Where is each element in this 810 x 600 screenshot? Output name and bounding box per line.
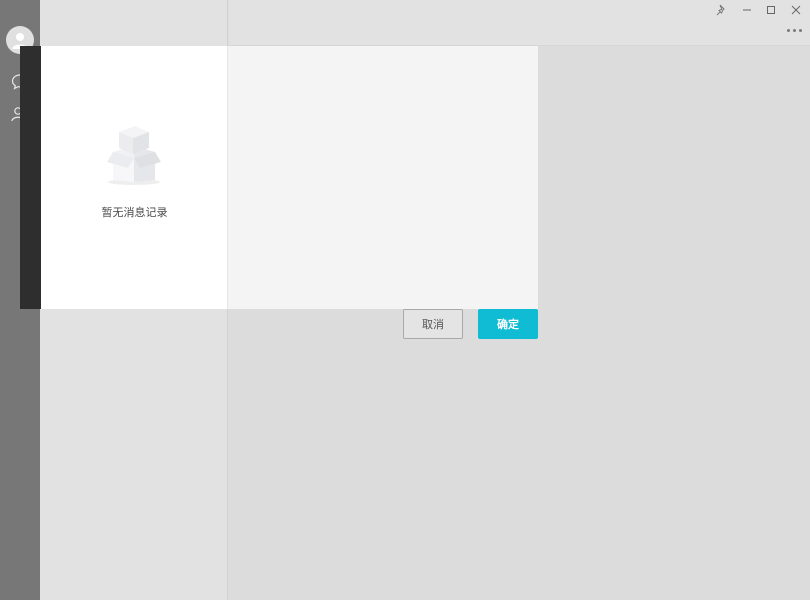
- maximize-icon: [767, 6, 775, 14]
- chat-history-dialog: 暂无消息记录: [41, 46, 538, 309]
- minimize-button[interactable]: [737, 3, 757, 17]
- maximize-button[interactable]: [761, 3, 781, 17]
- empty-box-icon: [107, 126, 161, 185]
- history-detail-pane: [229, 46, 538, 309]
- pin-icon: [716, 4, 725, 16]
- minimize-icon: [743, 9, 751, 11]
- close-icon: [791, 5, 801, 15]
- app-window: 暂无消息记录 取消 确定: [0, 0, 810, 600]
- pin-button[interactable]: [712, 3, 732, 17]
- overlay-strip: [20, 46, 41, 309]
- cancel-button[interactable]: 取消: [403, 309, 463, 339]
- empty-state-text: 暂无消息记录: [101, 206, 168, 219]
- close-button[interactable]: [786, 3, 806, 17]
- more-button[interactable]: [784, 24, 804, 36]
- history-list-pane: 暂无消息记录: [41, 46, 228, 309]
- confirm-button[interactable]: 确定: [478, 309, 538, 339]
- more-icon: [786, 28, 790, 32]
